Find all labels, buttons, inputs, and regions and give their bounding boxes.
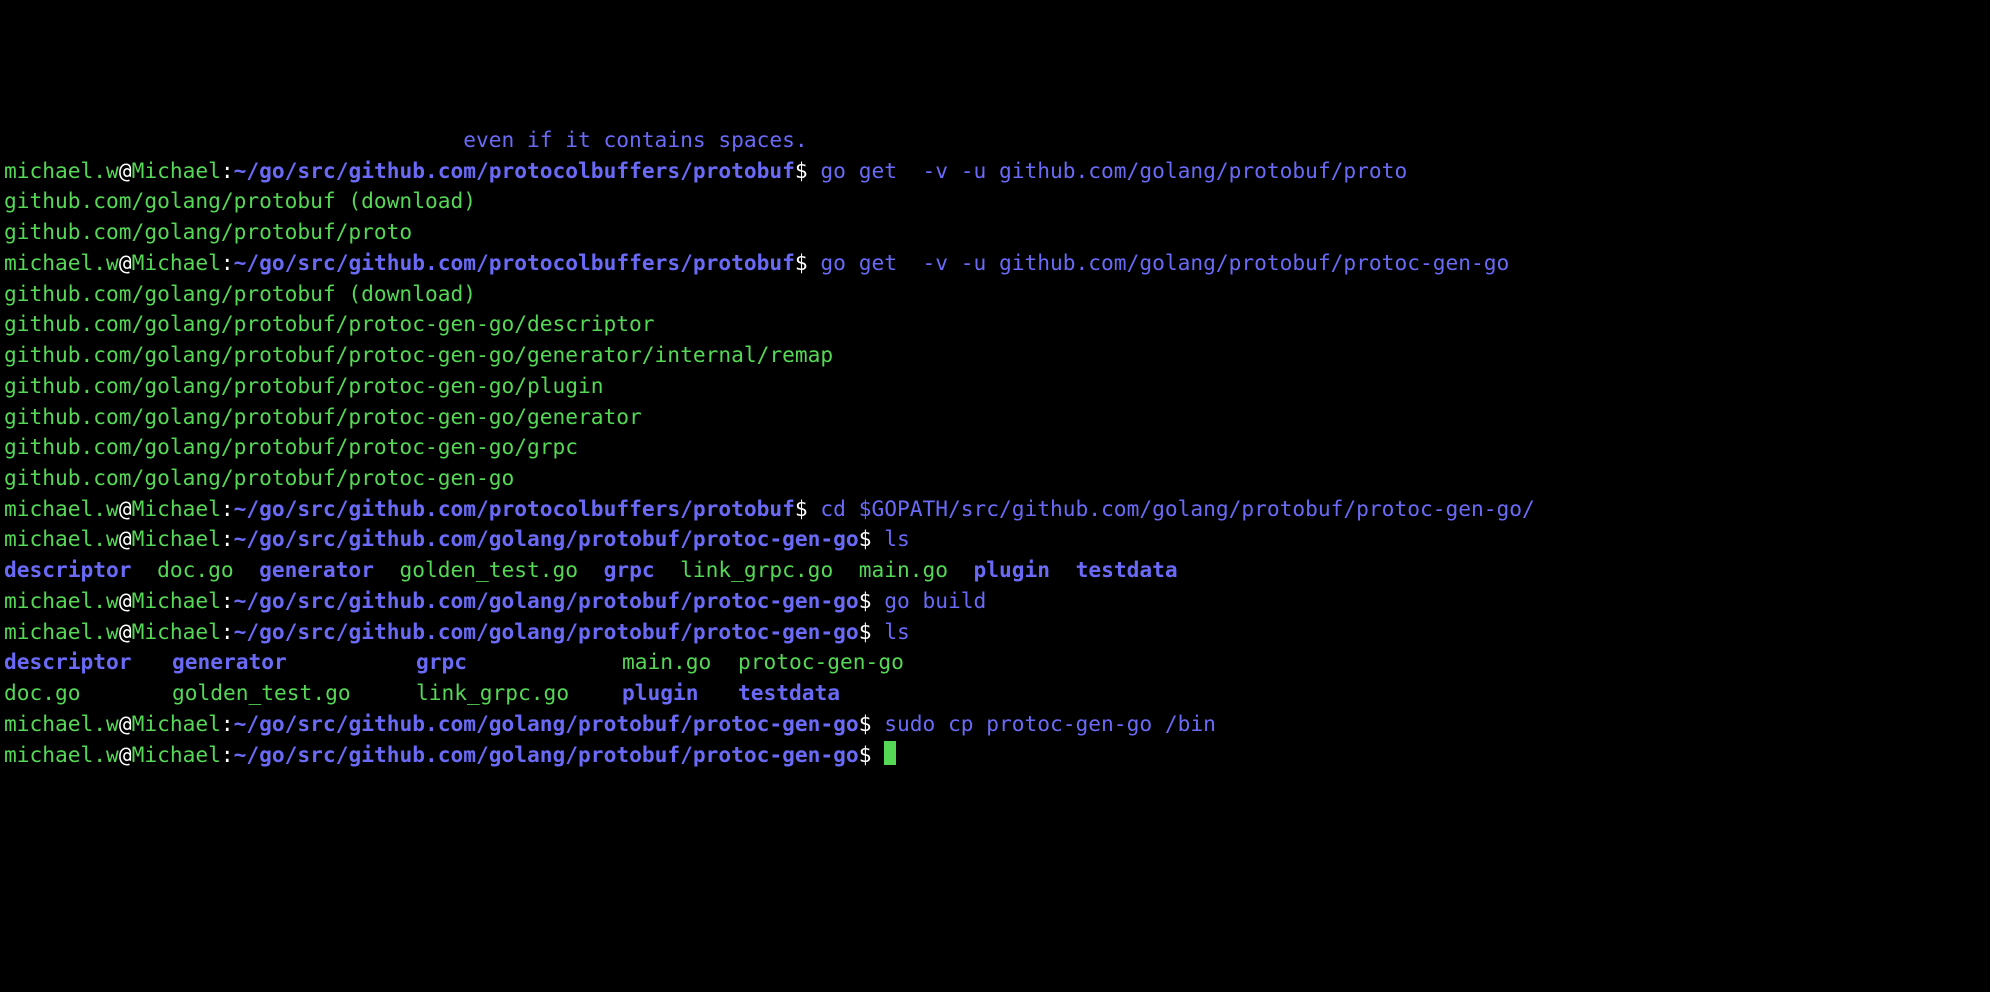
output-line: github.com/golang/protobuf (download) xyxy=(4,279,1986,310)
prompt-line-3: michael.w@Michael:~/go/src/github.com/pr… xyxy=(4,494,1986,525)
ls-output-1: descriptor doc.go generator golden_test.… xyxy=(4,555,1986,586)
command-go-get-proto: go get -v -u github.com/golang/protobuf/… xyxy=(820,158,1407,183)
prompt-line-5: michael.w@Michael:~/go/src/github.com/go… xyxy=(4,586,1986,617)
command-ls-2: ls xyxy=(884,619,910,644)
file-entry: main.go xyxy=(622,647,738,678)
output-line: github.com/golang/protobuf/protoc-gen-go… xyxy=(4,402,1986,433)
directory-entry: descriptor xyxy=(4,557,132,582)
output-line: github.com/golang/protobuf (download) xyxy=(4,186,1986,217)
prompt-line-8: michael.w@Michael:~/go/src/github.com/go… xyxy=(4,740,1986,771)
file-entry: doc.go xyxy=(157,557,234,582)
terminal[interactable]: even if it contains spaces. michael.w@Mi… xyxy=(4,125,1986,770)
directory-entry: descriptor xyxy=(4,647,172,678)
partial-line: even if it contains spaces. xyxy=(4,127,808,152)
output-block-1: github.com/golang/protobuf (download)git… xyxy=(4,186,1986,247)
directory-entry: plugin xyxy=(622,678,738,709)
prompt-colon: : xyxy=(221,158,234,183)
directory-entry: testdata xyxy=(738,678,918,709)
file-entry: protoc-gen-go xyxy=(738,647,918,678)
file-entry: golden_test.go xyxy=(172,678,416,709)
output-line: github.com/golang/protobuf/protoc-gen-go… xyxy=(4,340,1986,371)
output-line: github.com/golang/protobuf/proto xyxy=(4,217,1986,248)
prompt-path: ~/go/src/github.com/protocolbuffers/prot… xyxy=(234,158,795,183)
prompt-user: michael.w xyxy=(4,158,119,183)
prompt-line-6: michael.w@Michael:~/go/src/github.com/go… xyxy=(4,617,1986,648)
output-line: github.com/golang/protobuf/protoc-gen-go… xyxy=(4,432,1986,463)
command-go-get-protoc-gen-go: go get -v -u github.com/golang/protobuf/… xyxy=(820,250,1509,275)
file-entry: link_grpc.go xyxy=(416,678,622,709)
cursor-icon[interactable] xyxy=(884,741,896,765)
prompt-line-1: michael.w@Michael:~/go/src/github.com/pr… xyxy=(4,156,1986,187)
command-cd: cd $GOPATH/src/github.com/golang/protobu… xyxy=(820,496,1534,521)
command-ls-1: ls xyxy=(884,526,910,551)
prompt-dollar: $ xyxy=(795,158,821,183)
output-line: github.com/golang/protobuf/protoc-gen-go… xyxy=(4,371,1986,402)
directory-entry: testdata xyxy=(1076,557,1178,582)
file-entry: golden_test.go xyxy=(399,557,578,582)
output-line: github.com/golang/protobuf/protoc-gen-go… xyxy=(4,309,1986,340)
output-line: github.com/golang/protobuf/protoc-gen-go xyxy=(4,463,1986,494)
prompt-at: @ xyxy=(119,158,132,183)
directory-entry: grpc xyxy=(604,557,655,582)
prompt-host: Michael xyxy=(132,158,221,183)
file-entry: doc.go xyxy=(4,678,172,709)
file-entry: link_grpc.go xyxy=(680,557,833,582)
ls-output-2-row-1: descriptorgeneratorgrpcmain.goprotoc-gen… xyxy=(4,647,1986,678)
output-block-2: github.com/golang/protobuf (download)git… xyxy=(4,279,1986,494)
prompt-line-2: michael.w@Michael:~/go/src/github.com/pr… xyxy=(4,248,1986,279)
prompt-line-7: michael.w@Michael:~/go/src/github.com/go… xyxy=(4,709,1986,740)
directory-entry: grpc xyxy=(416,647,622,678)
ls-output-2-row-2: doc.gogolden_test.golink_grpc.gopluginte… xyxy=(4,678,1986,709)
command-sudo-cp: sudo cp protoc-gen-go /bin xyxy=(884,711,1216,736)
directory-entry: generator xyxy=(172,647,416,678)
file-entry: main.go xyxy=(859,557,948,582)
directory-entry: generator xyxy=(259,557,374,582)
prompt-line-4: michael.w@Michael:~/go/src/github.com/go… xyxy=(4,524,1986,555)
directory-entry: plugin xyxy=(974,557,1051,582)
command-go-build: go build xyxy=(884,588,986,613)
